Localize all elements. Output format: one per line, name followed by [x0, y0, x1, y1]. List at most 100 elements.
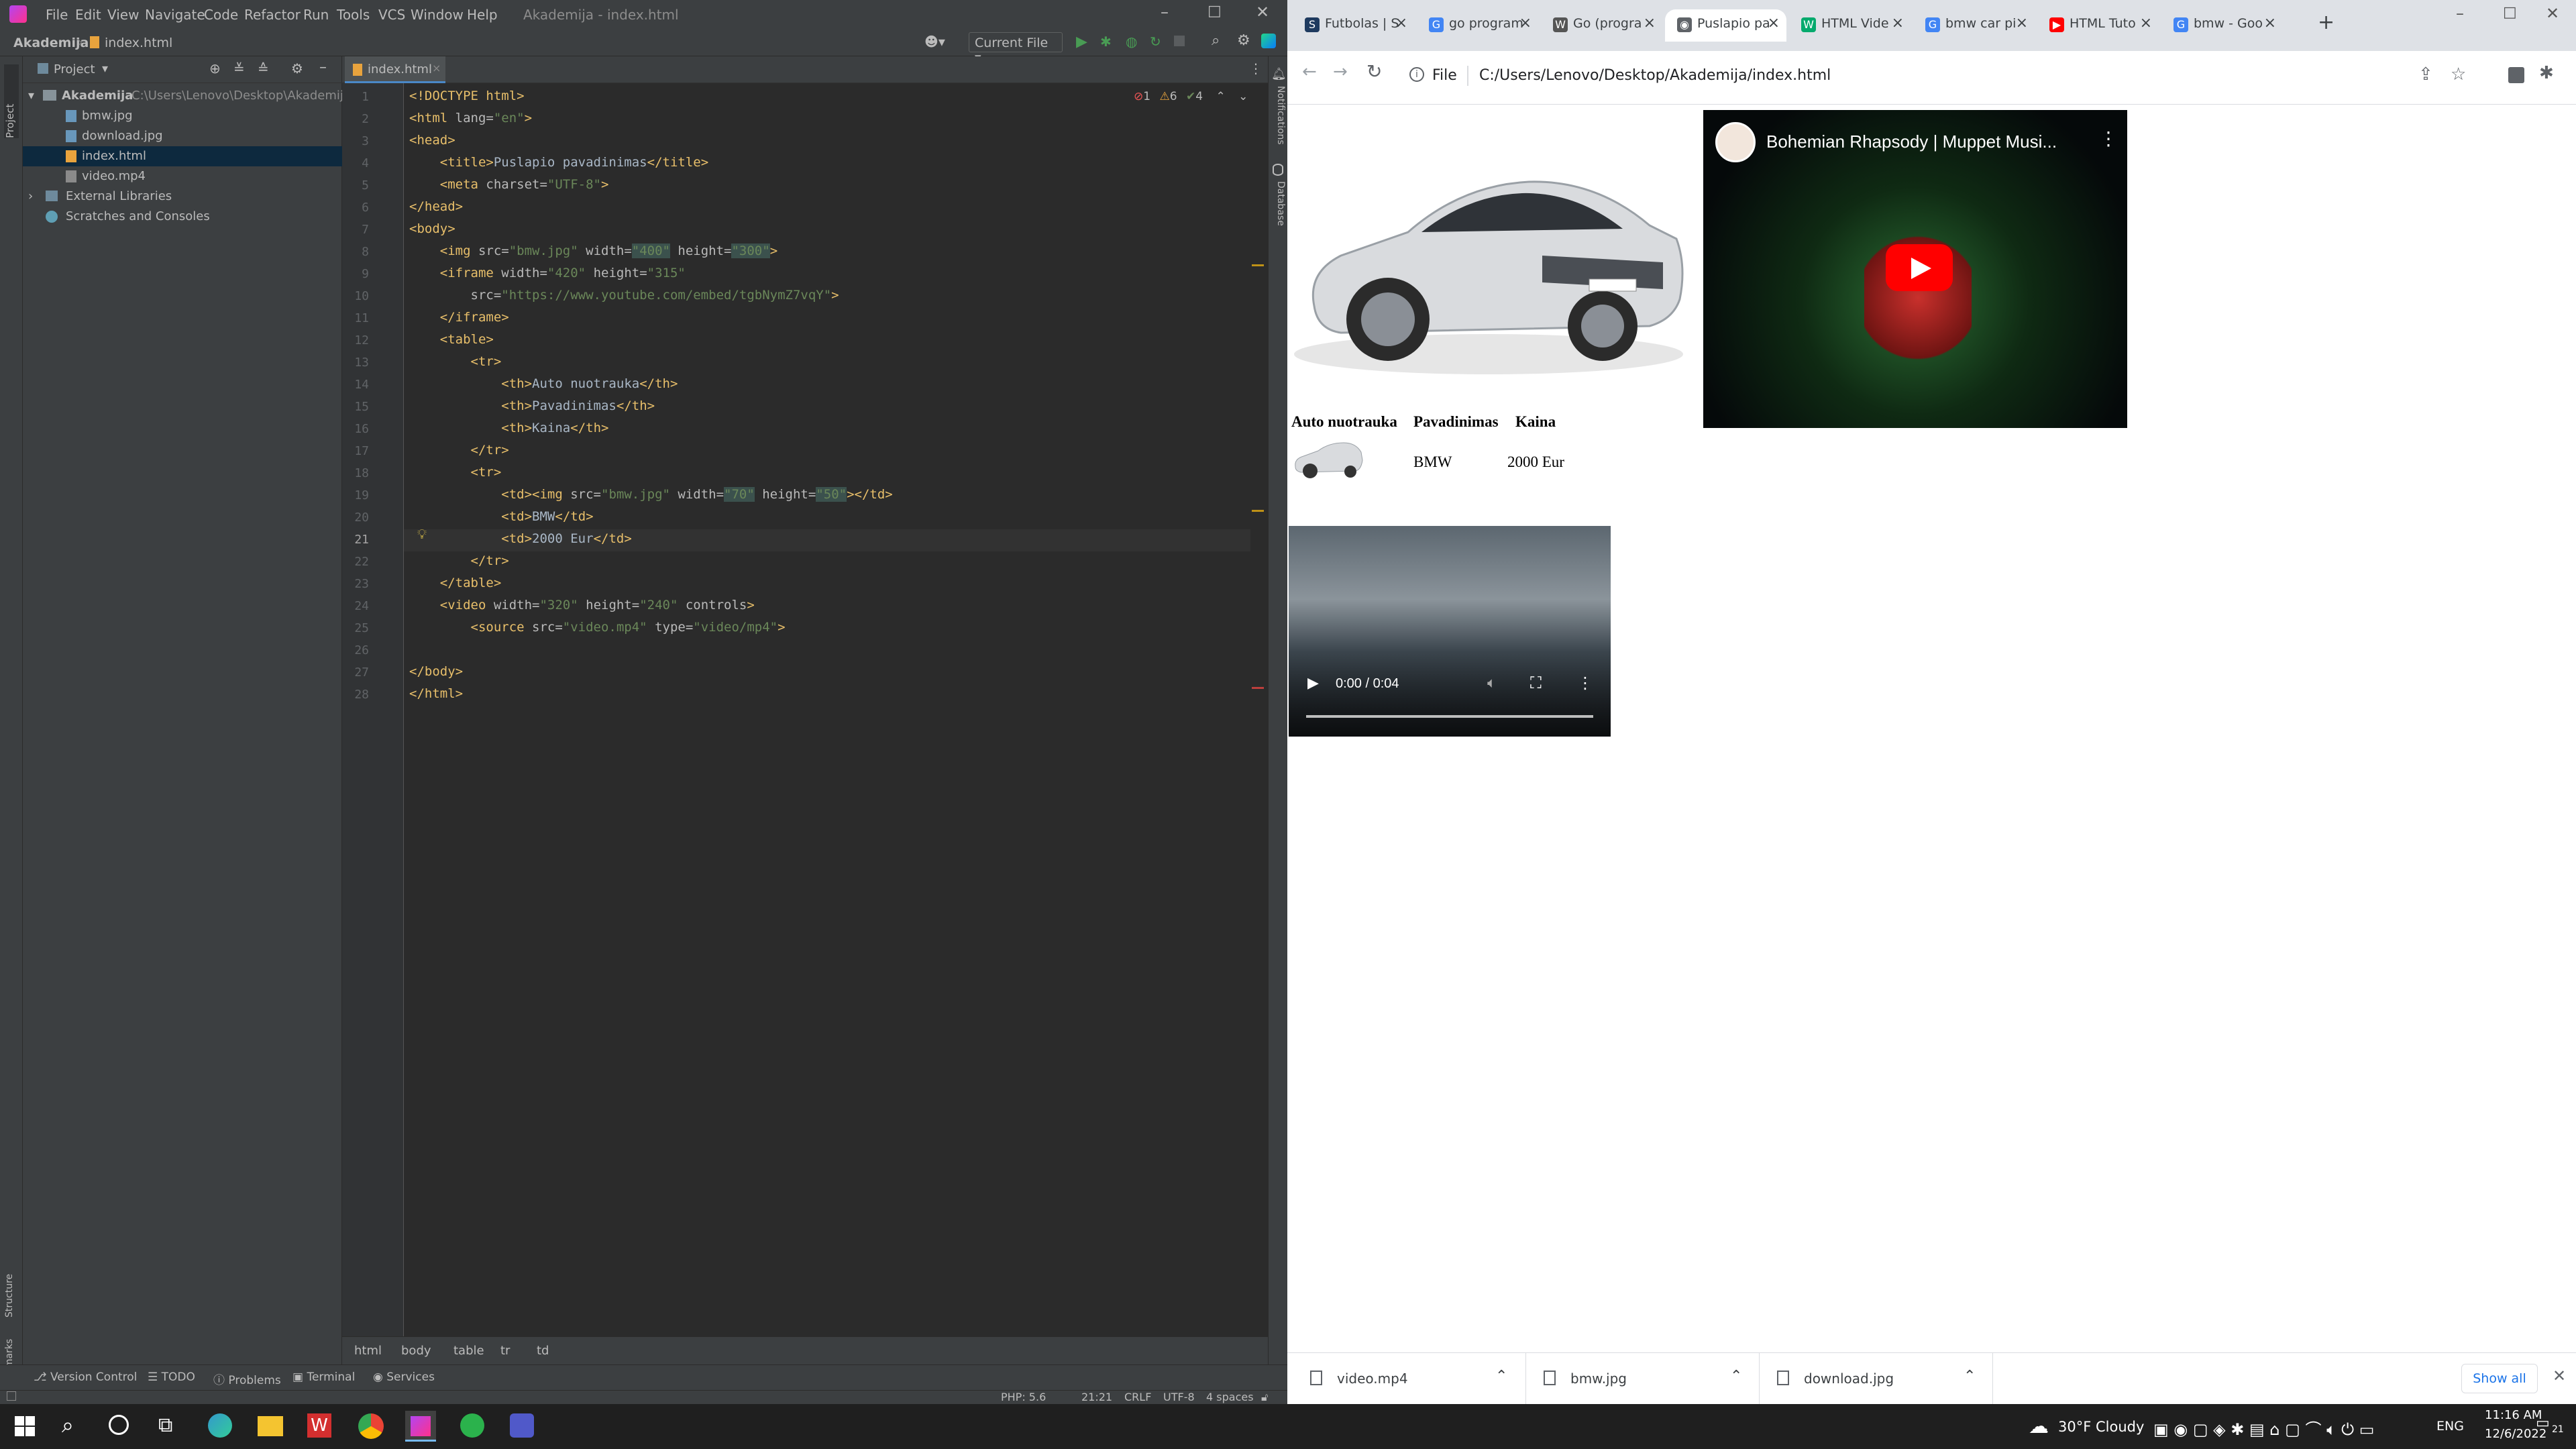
tree-item-scratches[interactable]: Scratches and Consoles [23, 207, 342, 227]
address-bar[interactable]: i File C:/Users/Lenovo/Desktop/Akademija… [1397, 58, 2496, 97]
close-tab-icon[interactable]: × [1644, 15, 1656, 32]
clock-time[interactable]: 11:16 AM [2485, 1408, 2542, 1422]
breadcrumb-item[interactable]: html [354, 1344, 382, 1358]
tree-item-index[interactable]: index.html [23, 146, 342, 166]
browser-tab[interactable]: Gbmw car pi × [1913, 9, 2035, 42]
tool-tab-terminal[interactable]: ▣ Terminal [292, 1371, 355, 1384]
close-tab-icon[interactable]: × [1892, 15, 1904, 32]
layout-icon[interactable] [7, 1391, 16, 1401]
fullscreen-icon[interactable]: ⛶ [1530, 674, 1542, 692]
bell-icon[interactable]: 🔔︎ [1271, 67, 1287, 81]
menu-tools[interactable]: Tools [337, 7, 370, 23]
menu-refactor[interactable]: Refactor [244, 7, 301, 23]
project-panel-title[interactable]: Project [54, 62, 95, 76]
coverage-icon[interactable]: ◍ [1126, 34, 1137, 50]
tool-tab-services[interactable]: ◉ Services [373, 1371, 435, 1384]
locate-icon[interactable]: ⊕ [209, 60, 221, 76]
tool-tab-problems[interactable]: ⓘ Problems [213, 1371, 281, 1387]
tray-icons[interactable]: ▣ ◉ ▢ ◈ ✱ ▤ ⌂ ▢ ⌒ 🔈︎ ⏻ ▭ [2153, 1416, 2374, 1440]
chrome-icon[interactable] [358, 1413, 384, 1439]
notification-icon[interactable]: ▭ [2536, 1415, 2550, 1432]
youtube-video-title[interactable]: Bohemian Rhapsody | Muppet Musi... [1766, 131, 2057, 152]
menu-code[interactable]: Code [204, 7, 238, 23]
edge-icon[interactable] [208, 1413, 232, 1438]
inspection-widget[interactable]: ⊘1 ⚠6 ✔4 ⌃ ⌄ [1134, 90, 1248, 103]
close-tab-icon[interactable]: × [2016, 15, 2028, 32]
show-all-button[interactable]: Show all [2461, 1364, 2538, 1393]
breadcrumb-item[interactable]: tr [500, 1344, 510, 1358]
menu-window[interactable]: Window [411, 7, 464, 23]
run-icon[interactable]: ▶ [1076, 34, 1087, 50]
more-icon[interactable]: ⋮ [2099, 127, 2118, 150]
tree-item-bmw[interactable]: bmw.jpg [23, 106, 342, 126]
menu-edit[interactable]: Edit [75, 7, 101, 23]
new-tab-button[interactable]: + [2318, 11, 2334, 34]
volume-icon[interactable]: 🔈︎ [1487, 675, 1496, 692]
menu-view[interactable]: View [107, 7, 139, 23]
download-item-video[interactable]: video.mp4 ⌃ [1287, 1353, 1526, 1405]
browser-tab[interactable]: ◉ Puslapio pa × [1665, 9, 1786, 42]
browser-tab[interactable]: Ggo program × [1417, 9, 1538, 42]
chevron-up-icon[interactable]: ⌃ [1495, 1368, 1507, 1385]
forward-icon[interactable]: → [1333, 62, 1348, 82]
download-item-download[interactable]: download.jpg ⌃ [1760, 1353, 1993, 1405]
browser-tab[interactable]: W Go (progra × [1541, 9, 1662, 42]
menu-run[interactable]: Run [303, 7, 329, 23]
settings-icon[interactable]: ⚙ [291, 60, 303, 76]
youtube-play-button[interactable] [1886, 244, 1953, 291]
tool-tab-version-control[interactable]: ⎇ Version Control [34, 1371, 137, 1384]
run-config-dropdown[interactable]: Current File ▾ [969, 32, 1063, 65]
file-explorer-icon[interactable] [258, 1416, 283, 1436]
code-editor[interactable]: ⊘1 ⚠6 ✔4 ⌃ ⌄ <!DOCTYPE html> <html lang=… [404, 83, 1268, 1336]
stop-icon[interactable] [1174, 36, 1185, 46]
maximize-icon[interactable]: □ [1208, 3, 1222, 19]
error-stripe-marker[interactable] [1252, 687, 1264, 689]
minimize-icon[interactable]: – [2456, 4, 2464, 23]
more-icon[interactable]: ⋮ [1249, 60, 1263, 76]
weather-text[interactable]: 30°F Cloudy [2058, 1419, 2144, 1435]
status-indent[interactable]: 4 spaces [1206, 1391, 1254, 1403]
search-icon[interactable]: ⌕ [1212, 32, 1220, 49]
debug-icon[interactable]: ✱ [1100, 34, 1112, 50]
channel-avatar[interactable] [1715, 122, 1756, 162]
chevron-down-icon[interactable]: ▾ [102, 62, 108, 76]
chevron-down-icon[interactable]: ⌄ [1238, 90, 1248, 103]
menu-navigate[interactable]: Navigate [145, 7, 205, 23]
chevron-up-icon[interactable]: ⌃ [1730, 1368, 1742, 1385]
tool-tab-todo[interactable]: ☰ TODO [148, 1371, 195, 1384]
reload-icon[interactable]: ↻ [1366, 60, 1382, 83]
tree-item-download[interactable]: download.jpg [23, 126, 342, 146]
start-icon[interactable] [15, 1416, 35, 1436]
browser-tab[interactable]: ▶ HTML Tuto × [2037, 9, 2159, 42]
sidebar-app-icon[interactable] [460, 1413, 484, 1438]
menu-help[interactable]: Help [467, 7, 498, 23]
menu-file[interactable]: File [46, 7, 68, 23]
breadcrumb-item[interactable]: table [453, 1344, 484, 1358]
cortana-icon[interactable] [109, 1415, 129, 1435]
toolbox-icon[interactable] [1261, 34, 1276, 48]
puzzle-icon[interactable]: ✱ [2539, 63, 2554, 83]
close-tab-icon[interactable]: × [1395, 15, 1407, 32]
more-icon[interactable]: ⋮ [1577, 674, 1593, 692]
maximize-icon[interactable]: □ [2503, 4, 2517, 21]
structure-stripe-button[interactable]: Structure [4, 1264, 19, 1318]
warning-stripe-marker[interactable] [1252, 264, 1264, 266]
status-line-separator[interactable]: CRLF [1124, 1391, 1151, 1403]
task-view-icon[interactable]: ⧉ [158, 1413, 172, 1437]
lock-icon[interactable]: 🔓︎ [1261, 1391, 1268, 1404]
browser-tab[interactable]: Gbmw - Goo × [2161, 9, 2283, 42]
database-stripe-button[interactable]: Database [1271, 181, 1286, 248]
search-icon[interactable]: ⌕ [62, 1412, 74, 1438]
tree-root[interactable]: ▾ Akademija C:\Users\Lenovo\Desktop\Akad… [23, 86, 351, 106]
close-icon[interactable]: ✕ [2553, 1366, 2566, 1385]
back-icon[interactable]: ← [1302, 62, 1317, 82]
close-tab-icon[interactable]: × [2140, 15, 2152, 32]
close-tab-icon[interactable]: × [1519, 15, 1532, 32]
tree-item-external-libraries[interactable]: › External Libraries [23, 186, 342, 207]
play-icon[interactable]: ▶ [1307, 675, 1319, 692]
youtube-embed[interactable]: Bohemian Rhapsody | Muppet Musi... ⋮ [1703, 110, 2127, 428]
browser-tab[interactable]: S Futbolas | S × [1293, 9, 1414, 42]
status-php[interactable]: PHP: 5.6 [1001, 1391, 1046, 1403]
close-icon[interactable]: ✕ [2546, 4, 2559, 23]
menu-vcs[interactable]: VCS [378, 7, 405, 23]
